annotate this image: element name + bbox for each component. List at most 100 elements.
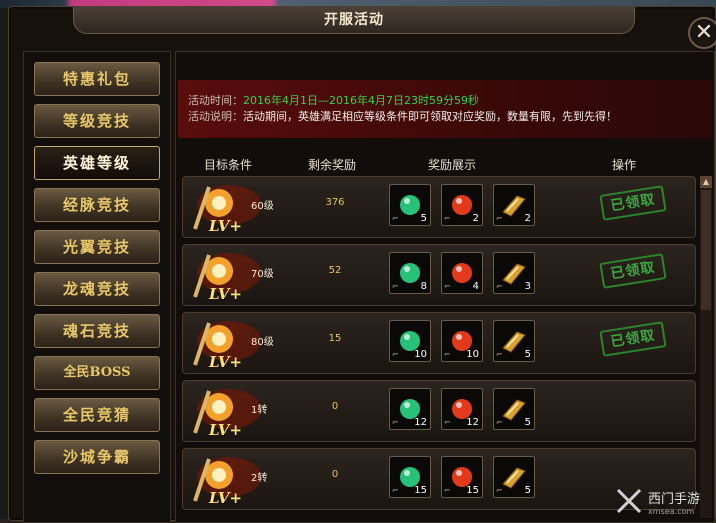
watermark-logo-icon bbox=[616, 488, 642, 514]
gold-bar-reward-slot[interactable]: ⌐ 5 bbox=[493, 456, 535, 498]
column-header-remaining: 剩余奖励 bbox=[308, 158, 357, 172]
event-info-panel: 活动时间：2016年4月1日—2016年4月7日23时59分59秒 活动说明：活… bbox=[178, 80, 712, 138]
green-orb-reward-slot[interactable]: ⌐ 15 bbox=[389, 456, 431, 498]
gold-bar-reward-slot[interactable]: ⌐ 3 bbox=[493, 252, 535, 294]
sidebar-item-hero-level[interactable]: 英雄等级 bbox=[34, 146, 160, 180]
reward-count: 12 bbox=[466, 417, 479, 428]
claimed-stamp: 已领取 bbox=[599, 185, 667, 221]
event-window: 开服活动 特惠礼包 等级竞技 英雄等级 经脉竞技 光翼竞技 龙魂竞技 魂石竞技 … bbox=[8, 6, 716, 523]
sidebar-item-castle-battle[interactable]: 沙城争霸 bbox=[34, 440, 160, 474]
bound-key-icon: ⌐ bbox=[496, 418, 503, 427]
reward-count: 10 bbox=[414, 349, 427, 360]
sidebar-item-all-boss[interactable]: 全民BOSS bbox=[34, 356, 160, 390]
reward-count: 2 bbox=[472, 213, 479, 224]
close-button[interactable]: ✕ bbox=[688, 17, 716, 49]
svg-text:LV+: LV+ bbox=[208, 217, 242, 235]
bound-key-icon: ⌐ bbox=[496, 214, 503, 223]
window-title: 开服活动 bbox=[324, 12, 384, 28]
claimed-stamp: 已领取 bbox=[599, 321, 667, 357]
bound-key-icon: ⌐ bbox=[392, 486, 399, 495]
reward-count: 5 bbox=[524, 349, 531, 360]
background-game-edge bbox=[0, 8, 8, 519]
svg-text:LV+: LV+ bbox=[208, 285, 242, 303]
column-header-action: 操作 bbox=[612, 158, 637, 172]
bound-key-icon: ⌐ bbox=[496, 486, 503, 495]
gold-bar-reward-slot[interactable]: ⌐ 2 bbox=[493, 184, 535, 226]
event-desc-line: 活动说明：活动期间，英雄满足相应等级条件即可领取对应奖励，数量有限，先到先得！ bbox=[188, 108, 617, 124]
svg-text:LV+: LV+ bbox=[208, 353, 242, 371]
row-remaining-count: 52 bbox=[328, 265, 342, 276]
event-desc-value: 活动期间，英雄满足相应等级条件即可领取对应奖励，数量有限，先到先得！ bbox=[243, 110, 617, 123]
scroll-up-arrow-icon[interactable]: ▲ bbox=[700, 176, 712, 188]
reward-count: 10 bbox=[466, 349, 479, 360]
row-target-level: 60级 bbox=[251, 201, 274, 212]
reward-count: 12 bbox=[414, 417, 427, 428]
red-orb-reward-slot[interactable]: ⌐ 10 bbox=[441, 320, 483, 362]
svg-text:LV+: LV+ bbox=[208, 421, 242, 439]
gold-bar-reward-slot[interactable]: ⌐ 5 bbox=[493, 388, 535, 430]
bound-key-icon: ⌐ bbox=[496, 282, 503, 291]
bound-key-icon: ⌐ bbox=[392, 350, 399, 359]
sidebar: 特惠礼包 等级竞技 英雄等级 经脉竞技 光翼竞技 龙魂竞技 魂石竞技 全民BOS… bbox=[23, 51, 171, 523]
row-remaining-count: 0 bbox=[331, 469, 339, 480]
reward-count: 8 bbox=[420, 281, 427, 292]
row-remaining-count: 15 bbox=[328, 333, 342, 344]
column-header-rewards: 奖励展示 bbox=[428, 158, 477, 172]
watermark-subtext: xmsea.com bbox=[648, 507, 695, 516]
sidebar-item-soul-stone-competition[interactable]: 魂石竞技 bbox=[34, 314, 160, 348]
event-time-value: 2016年4月1日—2016年4月7日23时59分59秒 bbox=[243, 94, 479, 107]
green-orb-reward-slot[interactable]: ⌐ 8 bbox=[389, 252, 431, 294]
reward-count: 15 bbox=[414, 485, 427, 496]
reward-row: LV+ 60级 376 ⌐ 5 ⌐ 2 ⌐ 2 已领取 bbox=[182, 176, 696, 238]
reward-row: LV+ 80级 15 ⌐ 10 ⌐ 10 ⌐ 5 已领取 bbox=[182, 312, 696, 374]
reward-count: 15 bbox=[466, 485, 479, 496]
row-remaining-count: 376 bbox=[325, 197, 345, 208]
gold-bar-reward-slot[interactable]: ⌐ 5 bbox=[493, 320, 535, 362]
bound-key-icon: ⌐ bbox=[496, 350, 503, 359]
red-orb-reward-slot[interactable]: ⌐ 15 bbox=[441, 456, 483, 498]
sidebar-item-all-guess[interactable]: 全民竞猜 bbox=[34, 398, 160, 432]
watermark: 西门手游 xmsea.com bbox=[612, 484, 716, 519]
scrollbar-thumb[interactable] bbox=[701, 190, 711, 310]
red-orb-reward-slot[interactable]: ⌐ 4 bbox=[441, 252, 483, 294]
event-time-line: 活动时间：2016年4月1日—2016年4月7日23时59分59秒 bbox=[188, 92, 479, 108]
bound-key-icon: ⌐ bbox=[392, 282, 399, 291]
reward-count: 4 bbox=[472, 281, 479, 292]
bound-key-icon: ⌐ bbox=[392, 214, 399, 223]
reward-row: LV+ 70级 52 ⌐ 8 ⌐ 4 ⌐ 3 已领取 bbox=[182, 244, 696, 306]
sidebar-item-special-gift[interactable]: 特惠礼包 bbox=[34, 62, 160, 96]
reward-count: 3 bbox=[524, 281, 531, 292]
sidebar-item-wing-competition[interactable]: 光翼竞技 bbox=[34, 230, 160, 264]
bound-key-icon: ⌐ bbox=[444, 350, 451, 359]
reward-count: 5 bbox=[420, 213, 427, 224]
content-panel: 活动时间：2016年4月1日—2016年4月7日23时59分59秒 活动说明：活… bbox=[175, 51, 715, 523]
sidebar-item-dragon-soul-competition[interactable]: 龙魂竞技 bbox=[34, 272, 160, 306]
claimed-stamp: 已领取 bbox=[599, 253, 667, 289]
bound-key-icon: ⌐ bbox=[444, 282, 451, 291]
bound-key-icon: ⌐ bbox=[444, 214, 451, 223]
reward-count: 5 bbox=[524, 485, 531, 496]
row-remaining-count: 0 bbox=[331, 401, 339, 412]
row-target-level: 1转 bbox=[251, 405, 268, 416]
red-orb-reward-slot[interactable]: ⌐ 2 bbox=[441, 184, 483, 226]
green-orb-reward-slot[interactable]: ⌐ 5 bbox=[389, 184, 431, 226]
bound-key-icon: ⌐ bbox=[444, 486, 451, 495]
event-desc-label: 活动说明： bbox=[188, 110, 243, 123]
sidebar-item-level-competition[interactable]: 等级竞技 bbox=[34, 104, 160, 138]
row-target-level: 2转 bbox=[251, 473, 268, 484]
red-orb-reward-slot[interactable]: ⌐ 12 bbox=[441, 388, 483, 430]
watermark-text: 西门手游 bbox=[648, 492, 701, 507]
row-target-level: 70级 bbox=[251, 269, 274, 280]
green-orb-reward-slot[interactable]: ⌐ 12 bbox=[389, 388, 431, 430]
column-header-target: 目标条件 bbox=[204, 158, 253, 172]
reward-row: LV+ 1转 0 ⌐ 12 ⌐ 12 ⌐ 5 bbox=[182, 380, 696, 442]
reward-count: 5 bbox=[524, 417, 531, 428]
bound-key-icon: ⌐ bbox=[392, 418, 399, 427]
green-orb-reward-slot[interactable]: ⌐ 10 bbox=[389, 320, 431, 362]
event-time-label: 活动时间： bbox=[188, 94, 243, 107]
window-title-bar: 开服活动 bbox=[73, 7, 635, 34]
sidebar-item-meridian-competition[interactable]: 经脉竞技 bbox=[34, 188, 160, 222]
scrollbar[interactable]: ▲ bbox=[700, 176, 712, 518]
row-target-level: 80级 bbox=[251, 337, 274, 348]
reward-count: 2 bbox=[524, 213, 531, 224]
